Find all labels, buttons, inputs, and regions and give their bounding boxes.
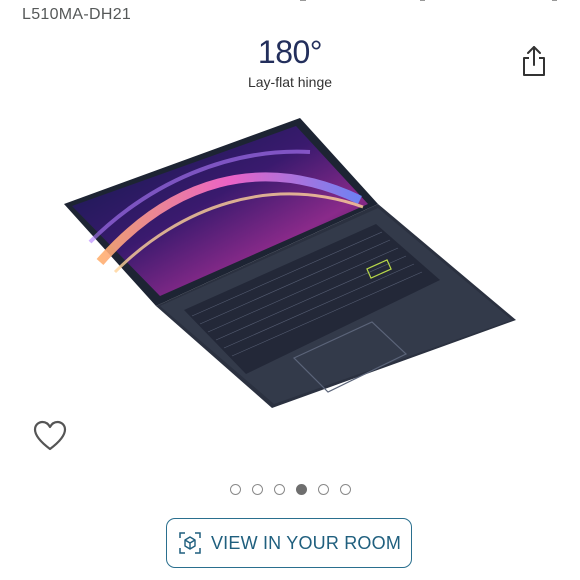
laptop-image [64,118,516,408]
carousel-dot-3[interactable] [273,484,285,495]
heart-icon[interactable] [32,419,68,453]
carousel-dot-5[interactable] [317,484,329,495]
ar-cube-icon [179,532,201,554]
hinge-caption: Lay-flat hinge [247,74,333,90]
product-model-title: L510MA-DH21 [22,6,132,23]
carousel-indicator [0,484,580,495]
hinge-degree: 180° [257,34,323,70]
carousel-dot-4-active[interactable] [295,484,307,495]
carousel-dot-6[interactable] [339,484,351,495]
truncated-text-fragment [300,0,557,1]
share-icon[interactable] [519,44,549,78]
carousel-dot-2[interactable] [251,484,263,495]
view-in-your-room-button[interactable]: VIEW IN YOUR ROOM [166,518,412,568]
carousel-dot-1[interactable] [229,484,241,495]
view-in-your-room-label: VIEW IN YOUR ROOM [210,532,402,553]
